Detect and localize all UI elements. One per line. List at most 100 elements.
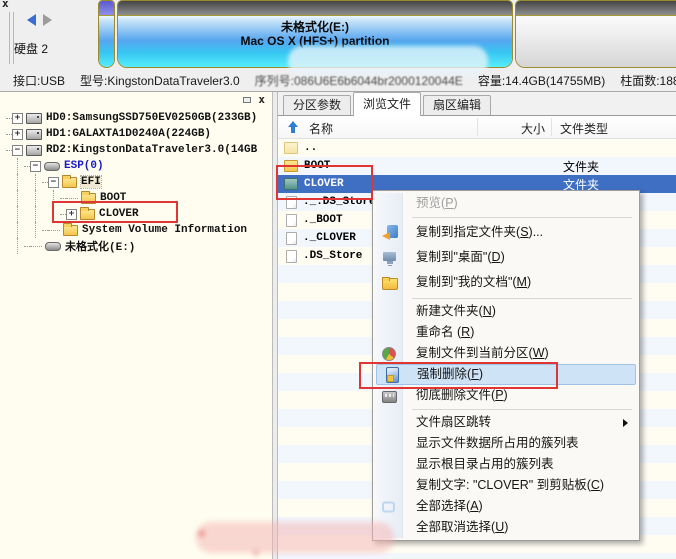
partition-body (516, 16, 676, 67)
partition-header-strip (99, 1, 114, 16)
column-size[interactable]: 大小 (458, 120, 545, 137)
file-icon (286, 250, 297, 263)
file-row[interactable]: .. (278, 139, 676, 157)
tree-item[interactable]: + CLOVER (6, 206, 272, 222)
menu-separator (412, 298, 632, 299)
pin-icon[interactable] (243, 97, 251, 103)
tree-item[interactable]: −ESP(0) (6, 158, 272, 174)
tree-item[interactable]: +HD1:GALAXTA1D0240A(224GB) (6, 126, 272, 142)
partition-header-strip (516, 1, 676, 16)
expand-toggle-icon[interactable]: − (48, 177, 59, 188)
tree-item[interactable]: − RD2:KingstonDataTraveler3.0(14GB (6, 142, 272, 158)
partition-title: 未格式化(E:) (118, 20, 512, 34)
expand-toggle-icon[interactable]: + (12, 129, 23, 140)
tree-item[interactable]: −EFI (6, 174, 272, 190)
desktop-icon (382, 250, 398, 266)
folder-icon (63, 225, 78, 236)
menu-item[interactable]: 文件扇区跳转 (375, 412, 637, 433)
menu-item[interactable]: 重命名 (R) (375, 322, 637, 343)
menu-item[interactable]: 复制到指定文件夹(S)... (375, 220, 637, 245)
file-row[interactable]: BOOT文件夹 (278, 157, 676, 175)
file-list-header: 名称 大小 文件类型 (278, 116, 676, 139)
partition-header-strip (118, 1, 512, 16)
expand-toggle-icon[interactable]: + (66, 209, 77, 220)
menu-item-label: 全部选择(A) (416, 499, 483, 513)
menu-item[interactable]: 复制到"我的文档"(M) (375, 270, 637, 295)
up-directory-icon[interactable] (287, 121, 300, 134)
tab-sector-edit[interactable]: 扇区编辑 (423, 95, 491, 115)
disk-graph-area: x 硬盘 2 未格式化(E:) Mac OS X (HFS+) partitio… (0, 0, 676, 92)
folder-icon (284, 142, 298, 154)
info-model: 型号:KingstonDataTraveler3.0 (80, 72, 240, 89)
close-icon[interactable]: x (2, 0, 9, 10)
menu-item[interactable]: 全部取消选择(U) (375, 517, 637, 538)
file-panel: 分区参数 浏览文件 扇区编辑 名称 大小 文件类型 ..BOOT文件夹 CLOVE… (278, 92, 676, 559)
column-divider (477, 118, 478, 136)
submenu-arrow-icon (623, 419, 628, 427)
menu-item-label: 显示根目录占用的簇列表 (416, 457, 554, 471)
drive-icon (45, 242, 61, 251)
partition-segment-esp[interactable] (98, 0, 115, 68)
file-name: CLOVER (304, 178, 344, 190)
menu-item[interactable]: 彻底删除文件(P) (375, 385, 637, 406)
tree-item[interactable]: + HD0:SamsungSSD750EV0250GB(233GB) (6, 110, 272, 126)
selectall-icon (382, 501, 395, 512)
tree-item-label: CLOVER (99, 208, 139, 220)
menu-item-label: 复制文件到当前分区(W) (416, 346, 549, 360)
tree-item-label: RD2:KingstonDataTraveler3.0(14GB (46, 144, 257, 156)
empty-row (278, 553, 676, 559)
menu-item-label: 复制到"我的文档"(M) (416, 275, 531, 289)
tree-guide (6, 158, 24, 174)
expand-toggle-icon[interactable]: + (12, 113, 23, 124)
menu-item[interactable]: 复制到"桌面"(D) (375, 245, 637, 270)
info-capacity: 容量:14.4GB(14755MB) (478, 72, 605, 89)
column-name[interactable]: 名称 (309, 120, 333, 137)
expand-toggle-icon[interactable]: − (30, 161, 41, 172)
menu-item-label: 复制到"桌面"(D) (416, 250, 505, 264)
context-menu: 预览(P) 复制到指定文件夹(S)... 复制到"桌面"(D) 复制到"我的文档"(M… (372, 190, 640, 541)
menu-item[interactable]: 显示根目录占用的簇列表 (375, 454, 637, 475)
shred-icon (382, 391, 397, 403)
expand-toggle-icon[interactable]: − (12, 145, 23, 156)
partition-segment-free[interactable] (515, 0, 676, 68)
menu-item[interactable]: 全部选择(A) (375, 496, 637, 517)
menu-item[interactable]: 显示文件数据所占用的簇列表 (375, 433, 637, 454)
tree-guide (6, 190, 24, 206)
info-serial: 序列号:086U6E6b6044br2000120044E (255, 72, 463, 89)
tree-item[interactable]: BOOT (6, 190, 272, 206)
file-name: ._BOOT (303, 214, 343, 226)
pie-icon (382, 347, 396, 361)
menu-item-label: 强制删除(F) (417, 367, 483, 381)
menu-item[interactable]: 预览(P) (375, 193, 637, 214)
tab-partition-params[interactable]: 分区参数 (283, 95, 351, 115)
menu-item[interactable]: 复制文件到当前分区(W) (375, 343, 637, 364)
tree-item-label: BOOT (100, 192, 126, 204)
folder-icon (284, 178, 298, 190)
menu-item[interactable]: 新建文件夹(N) (375, 301, 637, 322)
tree-guide (6, 238, 24, 254)
column-type[interactable]: 文件类型 (560, 120, 608, 137)
menu-item-label: 全部取消选择(U) (416, 520, 508, 534)
disk-icon (26, 113, 42, 124)
tree-close-icon[interactable]: x (258, 93, 265, 106)
tab-bar: 分区参数 浏览文件 扇区编辑 (278, 92, 676, 116)
tree-item[interactable]: System Volume Information (6, 222, 272, 238)
docs-icon (382, 275, 398, 291)
menu-item[interactable]: 强制删除(F) (376, 364, 636, 385)
tree-item[interactable]: 未格式化(E:) (6, 238, 272, 254)
menu-item[interactable]: 复制文字: "CLOVER" 到剪贴板(C) (375, 475, 637, 496)
folder-icon (284, 160, 298, 172)
tree-body: + HD0:SamsungSSD750EV0250GB(233GB) +HD1:GA… (0, 110, 272, 559)
tree-item-label: HD0:SamsungSSD750EV0250GB(233GB) (46, 112, 257, 124)
menu-separator (412, 217, 632, 218)
tree-panel-header: x (0, 92, 272, 109)
page-icon (384, 367, 400, 383)
prev-disk-arrow-icon[interactable] (27, 14, 36, 26)
tree-guide (6, 222, 24, 238)
tree-item-label: System Volume Information (82, 224, 247, 236)
folder-icon (62, 177, 77, 188)
tree-guide (24, 206, 42, 222)
file-name: BOOT (304, 160, 330, 172)
tab-browse-files[interactable]: 浏览文件 (353, 92, 421, 116)
next-disk-arrow-icon[interactable] (43, 14, 52, 26)
